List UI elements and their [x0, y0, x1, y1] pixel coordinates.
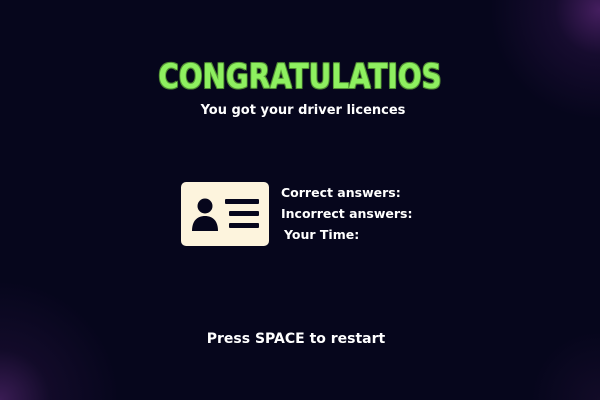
subtitle-text: You got your driver licences: [200, 103, 406, 118]
congratulations-title: CONGRATULATIOS: [158, 57, 442, 97]
incorrect-answers-label: Incorrect answers:: [281, 206, 413, 221]
game-over-screen: CONGRATULATIOS You got your driver licen…: [0, 0, 600, 400]
restart-prompt: Press SPACE to restart: [206, 331, 386, 347]
your-time-label: Your Time:: [284, 227, 360, 242]
id-card-icon: [181, 182, 269, 246]
correct-answers-label: Correct answers:: [281, 185, 401, 200]
